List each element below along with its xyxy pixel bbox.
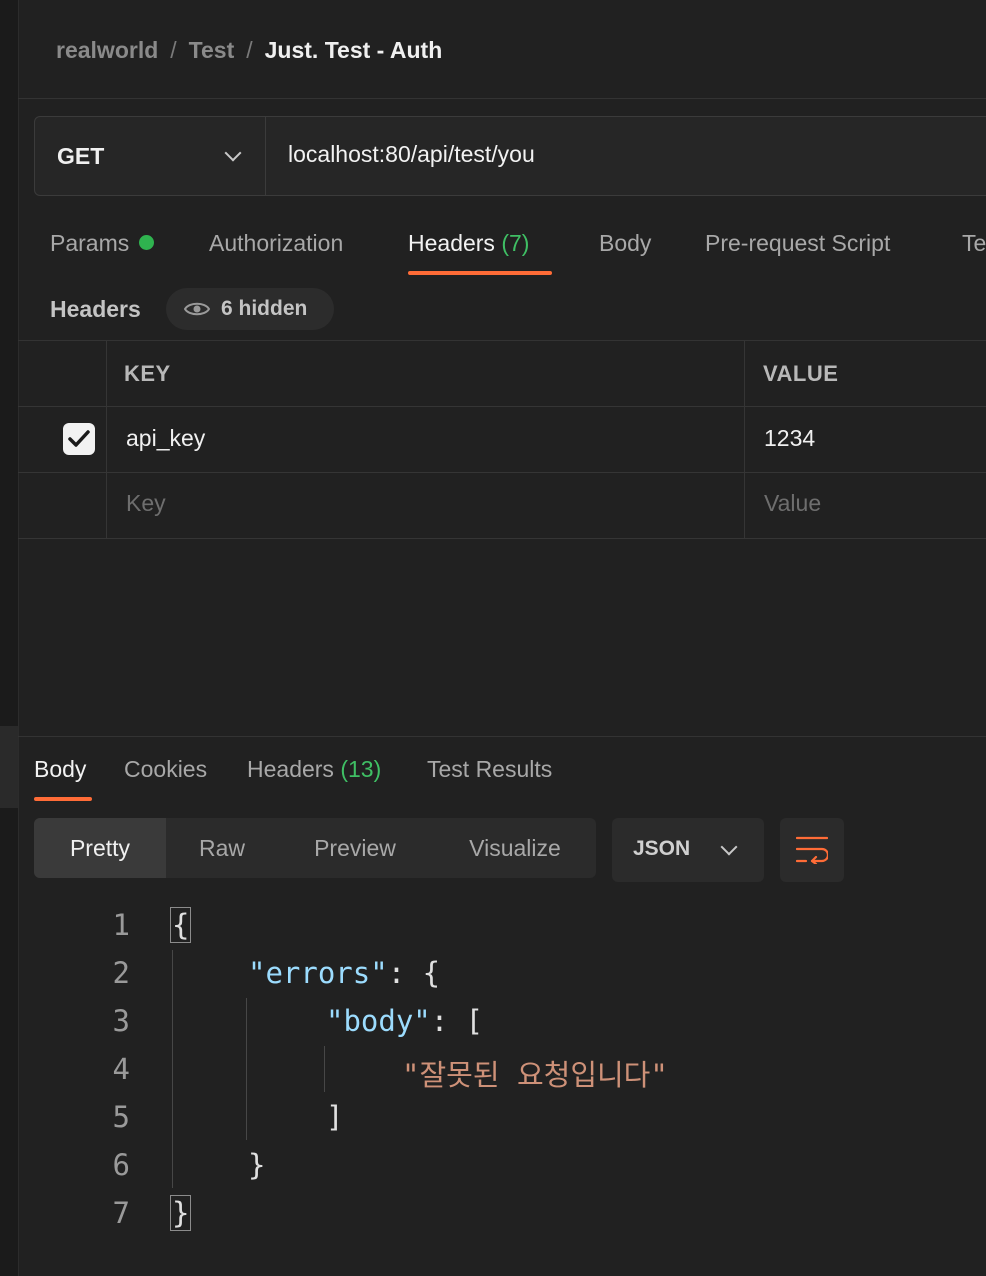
view-mode-preview[interactable]: Preview: [288, 818, 422, 878]
format-label: JSON: [633, 837, 691, 860]
sidebar-resize-handle[interactable]: [0, 726, 18, 808]
tab-authorization[interactable]: Authorization: [209, 230, 343, 257]
code-line-4: "잘못된 요청입니다": [402, 1052, 668, 1094]
line-number: 7: [112, 1196, 130, 1230]
indent-guide: [172, 950, 173, 1188]
chevron-down-icon: [720, 838, 738, 856]
tab-body[interactable]: Body: [599, 230, 651, 257]
method-select[interactable]: GET: [35, 117, 266, 195]
view-mode-raw[interactable]: Raw: [166, 818, 278, 878]
indent-guide: [324, 1046, 325, 1092]
format-dropdown[interactable]: JSON: [612, 818, 764, 882]
view-mode-selector: Pretty Raw Preview Visualize: [34, 818, 596, 878]
column-header-key: KEY: [124, 361, 171, 386]
headers-section-title: Headers: [50, 296, 141, 322]
response-active-tab-indicator: [34, 797, 92, 801]
wrap-lines-icon: [796, 836, 828, 864]
headers-count: (7): [501, 230, 530, 256]
tab-headers[interactable]: Headers (7): [408, 230, 529, 257]
request-title[interactable]: Just. Test - Auth: [265, 37, 443, 63]
active-tab-indicator: [408, 271, 552, 275]
response-tab-cookies[interactable]: Cookies: [124, 756, 207, 783]
code-line-5: ]: [326, 1100, 343, 1134]
line-number: 3: [112, 1004, 130, 1038]
json-string-value: "잘못된 요청입니다": [402, 1058, 668, 1092]
response-tab-headers[interactable]: Headers (13): [247, 756, 381, 783]
breadcrumb-workspace[interactable]: realworld: [56, 37, 158, 63]
header-key-cell[interactable]: api_key: [126, 425, 205, 452]
column-header-value: VALUE: [763, 361, 839, 386]
json-key-errors: "errors": [248, 956, 388, 990]
hidden-headers-label: 6 hidden: [221, 297, 308, 320]
breadcrumb: realworld / Test / Just. Test - Auth: [56, 34, 442, 66]
check-icon: [68, 430, 90, 447]
wrap-lines-button[interactable]: [780, 818, 844, 882]
request-url-bar: GET localhost:80/api/test/you: [34, 116, 986, 196]
view-mode-pretty[interactable]: Pretty: [34, 818, 166, 878]
params-active-dot: [139, 235, 155, 251]
header-enabled-checkbox[interactable]: [63, 423, 95, 455]
divider: [18, 98, 986, 99]
indent-guide: [246, 998, 247, 1140]
code-line-3: "body": [: [326, 1004, 483, 1038]
tab-params[interactable]: Params: [50, 230, 155, 257]
json-key-body: "body": [326, 1004, 431, 1038]
column-divider: [744, 341, 745, 539]
line-number: 6: [112, 1148, 130, 1182]
json-punct: ]: [326, 1100, 344, 1134]
response-body-viewer[interactable]: 1 2 3 4 5 6 7 { "errors": { "body": [ "잘…: [0, 900, 986, 1260]
json-punct: : [: [430, 1004, 484, 1038]
breadcrumb-collection[interactable]: Test: [189, 37, 235, 63]
eye-icon: [184, 302, 210, 316]
line-number: 4: [112, 1052, 130, 1086]
response-tab-test-results[interactable]: Test Results: [427, 756, 552, 783]
table-row-new: Key Value: [18, 473, 986, 539]
code-line-6: }: [248, 1148, 265, 1182]
matched-brace: {: [170, 907, 192, 943]
new-value-input[interactable]: Value: [764, 490, 821, 517]
chevron-down-icon: [224, 144, 242, 162]
response-headers-count: (13): [340, 756, 382, 782]
tab-pre-request-script[interactable]: Pre-request Script: [705, 230, 890, 257]
json-punct: }: [248, 1148, 266, 1182]
response-tab-body[interactable]: Body: [34, 756, 86, 783]
code-line-7: }: [170, 1195, 192, 1231]
tab-headers-label: Headers: [408, 230, 495, 256]
table-row: api_key 1234: [18, 407, 986, 473]
view-mode-visualize[interactable]: Visualize: [448, 818, 582, 878]
url-input[interactable]: localhost:80/api/test/you: [288, 141, 535, 168]
code-line-1: {: [170, 907, 192, 943]
line-number: 5: [112, 1100, 130, 1134]
pane-divider[interactable]: [18, 736, 986, 737]
line-number: 2: [112, 956, 130, 990]
table-header-row: KEY VALUE: [18, 341, 986, 407]
response-tab-headers-label: Headers: [247, 756, 334, 782]
new-key-input[interactable]: Key: [126, 490, 166, 517]
line-number: 1: [112, 908, 130, 942]
tab-tests[interactable]: Te: [962, 230, 986, 257]
hidden-headers-toggle[interactable]: 6 hidden: [166, 288, 334, 330]
breadcrumb-separator: /: [170, 37, 177, 63]
method-label: GET: [57, 143, 105, 169]
header-value-cell[interactable]: 1234: [764, 425, 815, 452]
code-line-2: "errors": {: [248, 956, 440, 990]
json-punct: : {: [387, 956, 441, 990]
column-divider: [106, 341, 107, 539]
breadcrumb-separator: /: [246, 37, 253, 63]
matched-brace: }: [170, 1195, 192, 1231]
tab-params-label: Params: [50, 230, 130, 256]
